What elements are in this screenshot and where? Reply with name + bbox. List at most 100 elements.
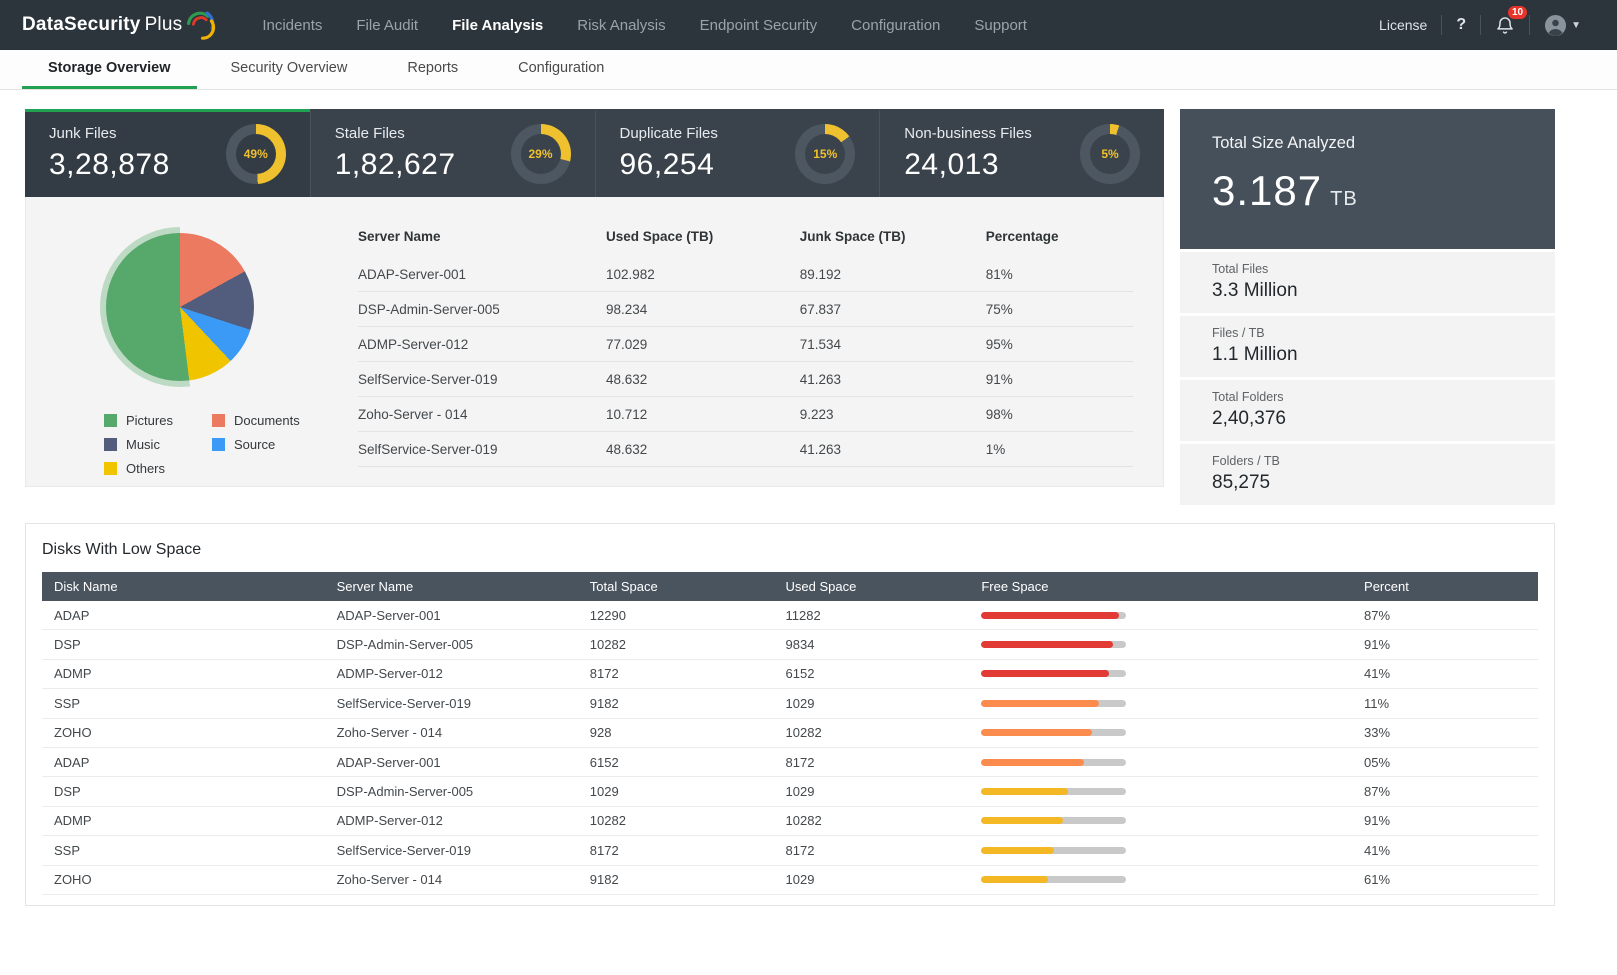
used-space-cell: 8172 (785, 842, 815, 858)
legend-item-others: Others (104, 461, 212, 476)
stat-card-label: Junk Files (49, 125, 117, 142)
table-row[interactable]: DSP DSP-Admin-Server-005 10282 9834 91% (42, 630, 1538, 660)
disks-low-space-title: Disks With Low Space (42, 541, 202, 558)
junk-space-table: Server Name Used Space (TB) Junk Space (TB… (346, 211, 1143, 476)
table-row[interactable]: ADAP-Server-001 102.982 89.192 81% (358, 257, 1133, 292)
table-row[interactable]: ZOHO Zoho-Server - 014 928 10282 33% (42, 719, 1538, 748)
notifications-button[interactable]: 10 (1481, 5, 1529, 36)
stat-card-label: Stale Files (334, 125, 405, 142)
total-size-value: 3.187 TB (1212, 167, 1358, 214)
column-header: Junk Space (TB) (799, 228, 906, 244)
used-space-cell: 9834 (785, 637, 815, 653)
table-row[interactable]: SSP SelfService-Server-019 9182 1029 11% (42, 689, 1538, 719)
legend-item-source: Source (212, 437, 362, 452)
legend-label: Music (126, 437, 160, 452)
used-space-cell: 8172 (785, 754, 815, 770)
tab-configuration[interactable]: Configuration (492, 50, 630, 89)
progress-bar-fill (981, 670, 1109, 678)
table-row[interactable]: Zoho-Server - 014 10.712 9.223 98% (358, 397, 1133, 432)
server-name-cell: DSP-Admin-Server-005 (336, 637, 474, 653)
app-logo[interactable]: DataSecurity Plus (22, 9, 216, 41)
percent-cell: 41% (1364, 842, 1391, 858)
table-row[interactable]: ZOHO Zoho-Server - 014 9182 1029 61% (42, 866, 1538, 895)
stat-total-folders: Total Folders 2,40,376 (1180, 380, 1555, 441)
column-header: Used Space (TB) (606, 228, 714, 244)
nav-item-endpoint-security[interactable]: Endpoint Security (700, 3, 818, 48)
legend-item-music: Music (104, 437, 212, 452)
stat-card-label: Non-business Files (904, 125, 1032, 142)
table-row[interactable]: SSP SelfService-Server-019 8172 8172 41% (42, 836, 1538, 866)
table-row[interactable]: DSP-Admin-Server-005 98.234 67.837 75% (358, 292, 1133, 327)
percent-cell: 87% (1364, 784, 1391, 800)
stat-card-duplicate-files[interactable]: Duplicate Files 96,254 15% (594, 109, 880, 197)
stat-card-value: 3,28,878 (49, 148, 170, 181)
server-name-cell: ADAP-Server-001 (336, 754, 441, 770)
top-navigation-bar: DataSecurity Plus Incidents File Audit File… (0, 0, 1617, 50)
tab-storage-overview[interactable]: Storage Overview (22, 50, 197, 89)
donut-percent-label: 29% (520, 133, 561, 174)
donut-percent-label: 5% (1090, 133, 1130, 174)
tab-security-overview[interactable]: Security Overview (205, 50, 374, 89)
total-size-panel: Total Size Analyzed 3.187 TB Total Files 3… (1180, 109, 1555, 505)
server-name-cell: SelfService-Server-019 (336, 842, 471, 858)
percent-cell: 91% (1364, 637, 1391, 653)
nav-item-risk-analysis[interactable]: Risk Analysis (577, 3, 665, 48)
stat-card-non-business-files[interactable]: Non-business Files 24,013 5% (879, 109, 1164, 197)
column-header: Total Space (589, 579, 658, 594)
table-cell: 1% (985, 441, 1006, 457)
disk-name-cell: ADAP (54, 754, 90, 770)
file-type-pie-chart[interactable] (106, 233, 254, 381)
table-cell: 91% (985, 371, 1013, 387)
server-name-cell: Zoho-Server - 014 (336, 725, 443, 741)
stat-value: 2,40,376 (1212, 408, 1286, 429)
total-space-cell: 6152 (589, 754, 619, 770)
nav-item-file-audit[interactable]: File Audit (356, 3, 418, 48)
tab-reports[interactable]: Reports (381, 50, 484, 89)
progress-bar-fill (981, 876, 1048, 884)
legend-label: Others (126, 461, 166, 476)
progress-bar-fill (981, 846, 1054, 854)
license-link[interactable]: License (1365, 17, 1441, 33)
table-row[interactable]: SelfService-Server-019 48.632 41.263 91% (358, 362, 1133, 397)
table-row[interactable]: ADMP ADMP-Server-012 8172 6152 41% (42, 660, 1538, 690)
table-row[interactable]: ADMP-Server-012 77.029 71.534 95% (358, 327, 1133, 362)
free-space-progress-bar (981, 876, 1127, 884)
nav-item-file-analysis[interactable]: File Analysis (452, 3, 543, 48)
progress-bar-fill (981, 699, 1099, 707)
stat-files-tb: Files / TB 1.1 Million (1180, 316, 1555, 377)
table-row[interactable]: ADMP ADMP-Server-012 10282 10282 91% (42, 807, 1538, 837)
stat-card-label: Duplicate Files (619, 125, 718, 142)
stat-card-text: Duplicate Files 96,254 (620, 125, 718, 182)
nav-item-support[interactable]: Support (974, 3, 1027, 48)
nav-item-configuration[interactable]: Configuration (851, 3, 940, 48)
table-cell: ADMP-Server-012 (358, 336, 469, 352)
legend-item-pictures: Pictures (104, 413, 212, 428)
percent-cell: 91% (1364, 813, 1391, 829)
total-size-unit: TB (1330, 188, 1358, 210)
table-row[interactable]: ADAP ADAP-Server-001 12290 11282 87% (42, 601, 1538, 631)
user-menu[interactable]: ▼ (1530, 14, 1595, 37)
table-row[interactable]: ADAP ADAP-Server-001 6152 8172 05% (42, 748, 1538, 778)
table-cell: 10.712 (606, 406, 648, 422)
server-name-cell: DSP-Admin-Server-005 (336, 784, 474, 800)
legend-label: Documents (234, 413, 300, 428)
help-button[interactable]: ? (1442, 16, 1480, 34)
disk-name-cell: DSP (54, 784, 81, 800)
column-header: Percentage (985, 228, 1059, 244)
nav-item-incidents[interactable]: Incidents (262, 3, 322, 48)
stat-total-files: Total Files 3.3 Million (1180, 252, 1555, 313)
used-space-cell: 1029 (785, 695, 815, 711)
table-cell: 89.192 (799, 266, 842, 282)
stat-card-junk-files[interactable]: Junk Files 3,28,878 49% (25, 109, 310, 197)
free-space-progress-bar (981, 670, 1127, 678)
percent-cell: 33% (1364, 725, 1391, 741)
table-cell: 75% (985, 301, 1013, 317)
stat-label: Total Files (1212, 262, 1269, 276)
topbar-actions: License ? 10 ▼ (1365, 5, 1595, 37)
column-header: Server Name (336, 579, 414, 594)
table-row[interactable]: DSP DSP-Admin-Server-005 1029 1029 87% (42, 777, 1538, 807)
stat-card-stale-files[interactable]: Stale Files 1,82,627 29% (309, 109, 595, 197)
table-cell: 48.632 (606, 371, 648, 387)
progress-bar-fill (981, 788, 1069, 796)
table-row[interactable]: SelfService-Server-019 48.632 41.263 1% (358, 432, 1133, 467)
